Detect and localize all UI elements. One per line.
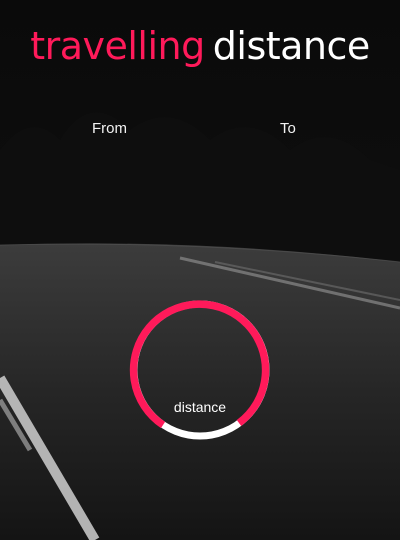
title-rest-word: distance [212, 24, 371, 68]
page-title: travelling distance [0, 24, 400, 68]
to-label: To [280, 120, 296, 137]
gauge-label: distance [173, 399, 227, 415]
distance-gauge: distance [129, 299, 271, 441]
road-background [0, 0, 400, 540]
title-accent-word: travelling [30, 24, 205, 68]
from-label: From [92, 120, 127, 137]
